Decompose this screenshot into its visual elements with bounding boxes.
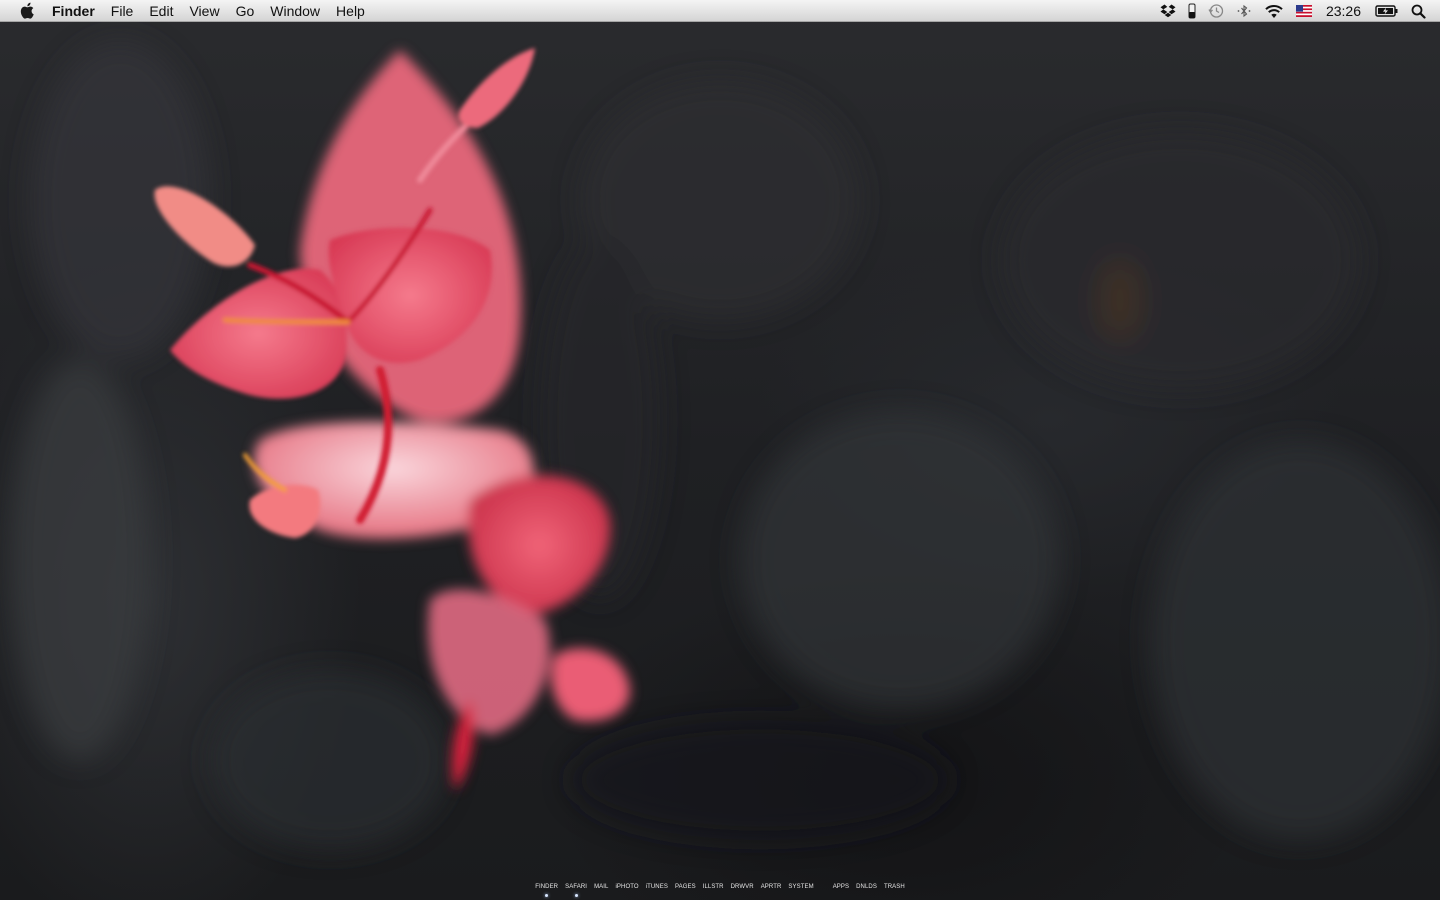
dock: FINDER SAFARI MAIL iPHOTO iTUNES PAGES I… (0, 880, 1440, 900)
flower-photo (10, 40, 1440, 850)
dock-item-finder[interactable]: FINDER (535, 880, 558, 897)
phone-icon[interactable] (1182, 0, 1202, 22)
spotlight-search-icon[interactable] (1405, 0, 1440, 22)
dock-item-safari[interactable]: SAFARI (565, 880, 587, 897)
dock-item-label: APPS (832, 884, 850, 890)
dock-stack-applications[interactable]: APPS (833, 880, 849, 897)
dock-item-label: iPHOTO (615, 884, 639, 890)
running-indicator (574, 894, 578, 897)
dock-item-label: TRASH (883, 884, 905, 890)
dock-item-label: PAGES (674, 884, 696, 890)
dock-item-label: ILLSTR (702, 884, 724, 890)
menu-window[interactable]: Window (262, 0, 328, 22)
dock-item-itunes[interactable]: iTUNES (646, 880, 668, 897)
dock-item-pages[interactable]: PAGES (675, 880, 696, 897)
dock-item-label: iTUNES (645, 884, 668, 890)
time-machine-icon[interactable] (1202, 0, 1230, 22)
dock-item-label: APRTR (760, 884, 782, 890)
dock-item-label: FINDER (535, 884, 559, 890)
dock-item-label: DRWVR (730, 884, 754, 890)
dock-items: FINDER SAFARI MAIL iPHOTO iTUNES PAGES I… (532, 880, 909, 900)
dock-stack-downloads[interactable]: DNLDS (856, 880, 877, 897)
menu-bar-left: Finder File Edit View Go Window Help (0, 0, 373, 22)
us-flag-icon[interactable] (1290, 0, 1318, 22)
wifi-icon[interactable] (1258, 0, 1290, 22)
running-indicator (545, 894, 549, 897)
battery-icon[interactable] (1369, 0, 1405, 22)
menu-bar: Finder File Edit View Go Window Help 23:… (0, 0, 1440, 22)
menu-clock[interactable]: 23:26 (1318, 0, 1369, 22)
dock-item-aperture[interactable]: APRTR (761, 880, 782, 897)
dock-trash[interactable]: TRASH (884, 880, 905, 897)
dock-item-label: SYSTEM (788, 884, 814, 890)
menu-file[interactable]: File (103, 0, 142, 22)
menu-app-name[interactable]: Finder (52, 0, 103, 22)
dock-item-label: MAIL (594, 884, 609, 890)
apple-menu-icon[interactable] (18, 2, 36, 20)
menu-help[interactable]: Help (328, 0, 373, 22)
dock-item-system-preferences[interactable]: SYSTEM (788, 880, 813, 897)
menu-go[interactable]: Go (228, 0, 263, 22)
menu-bar-extras: 23:26 (1154, 0, 1440, 22)
bluetooth-icon[interactable] (1230, 0, 1258, 22)
dock-item-label: SAFARI (565, 884, 588, 890)
dock-item-mail[interactable]: MAIL (594, 880, 608, 897)
desktop-wallpaper (0, 0, 1440, 900)
dock-item-label: DNLDS (856, 884, 877, 890)
dropbox-icon[interactable] (1154, 0, 1182, 22)
menu-edit[interactable]: Edit (141, 0, 181, 22)
dock-item-illustrator[interactable]: ILLSTR (703, 880, 724, 897)
menu-view[interactable]: View (181, 0, 227, 22)
dock-item-dreamweaver[interactable]: DRWVR (731, 880, 754, 897)
dock-item-iphoto[interactable]: iPHOTO (615, 880, 638, 897)
